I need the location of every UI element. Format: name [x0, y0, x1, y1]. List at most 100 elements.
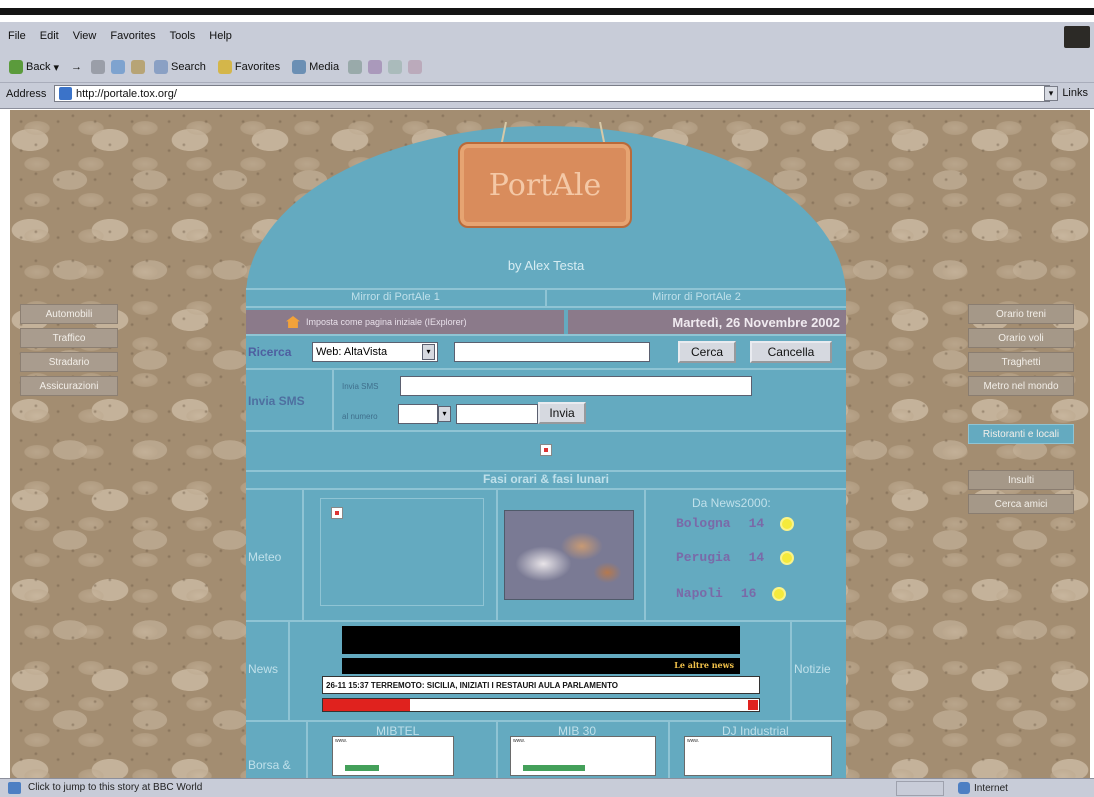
city-name: Perugia [676, 550, 731, 565]
history-icon[interactable] [348, 60, 363, 74]
search-label: Ricerca [248, 345, 292, 359]
zone-label: Internet [974, 782, 1008, 794]
stop-icon[interactable] [91, 60, 105, 74]
menu-edit[interactable]: Edit [38, 30, 61, 48]
sms-prefix-dropdown-icon[interactable]: ▾ [438, 406, 451, 422]
notizie-label: Notizie [794, 662, 831, 676]
news-scroll-icon[interactable] [748, 700, 758, 710]
edit-icon[interactable] [408, 60, 423, 74]
home-date-row: Imposta come pagina iniziale (IExplorer)… [246, 306, 846, 334]
news-row: News Le altre news 26-11 15:37 TERREMOTO… [246, 620, 846, 720]
borsa-row: Borsa & MIBTEL www. MIB 30 www. DJ Indus… [246, 720, 846, 778]
nav-metro[interactable]: Metro nel mondo [968, 376, 1074, 396]
search-input[interactable] [454, 342, 650, 362]
menu-help[interactable]: Help [207, 30, 234, 48]
fasi-title[interactable]: Fasi orari & fasi lunari [246, 470, 846, 488]
links-label[interactable]: Links [1062, 87, 1088, 99]
back-arrow-icon [9, 60, 23, 74]
nav-traghetti[interactable]: Traghetti [968, 352, 1074, 372]
search-icon [154, 60, 168, 74]
market-chart[interactable]: www. [684, 736, 832, 776]
main-panel: Mirror di PortAle 1 Mirror di PortAle 2 … [246, 288, 846, 778]
browser-chrome: File Edit View Favorites Tools Help Back… [0, 22, 1094, 109]
nav-orario-voli[interactable]: Orario voli [968, 328, 1074, 348]
home-icon [286, 316, 300, 328]
url-text: http://portale.tox.org/ [76, 87, 177, 100]
homepage-bar[interactable]: Imposta come pagina iniziale (IExplorer) [246, 310, 564, 334]
mail-icon[interactable] [368, 60, 383, 74]
news-progress-fill [323, 699, 411, 711]
search-button[interactable]: Cerca [678, 341, 736, 363]
favorites-icon [217, 60, 232, 74]
city-row: Napoli 16 [676, 586, 785, 601]
home-icon[interactable] [131, 60, 145, 74]
page-icon [8, 782, 21, 794]
altre-news-bar: Le altre news [342, 658, 740, 674]
address-dropdown-button[interactable]: ▾ [1044, 86, 1058, 101]
sun-icon [782, 518, 793, 529]
nav-stradario[interactable]: Stradario [20, 352, 118, 372]
status-bar: Click to jump to this story at BBC World… [0, 778, 1094, 797]
market-chart[interactable]: www. [332, 736, 454, 776]
favorites-button[interactable]: Favorites [215, 60, 283, 74]
satellite-image[interactable] [504, 510, 634, 600]
nav-insulti[interactable]: Insulti [968, 470, 1074, 490]
top-black-bar [0, 0, 1094, 22]
city-row: Bologna 14 [676, 516, 793, 531]
print-icon[interactable] [388, 60, 403, 74]
date-bar: Martedì, 26 Novembre 2002 [568, 310, 846, 334]
nav-orario-treni[interactable]: Orario treni [968, 304, 1074, 324]
city-row: Perugia 14 [676, 550, 793, 565]
mirror-row: Mirror di PortAle 1 Mirror di PortAle 2 [246, 288, 846, 306]
menu-favorites[interactable]: Favorites [108, 30, 157, 48]
altre-news-link[interactable]: Le altre news [674, 660, 734, 670]
city-name: Bologna [676, 516, 731, 531]
forward-button[interactable]: → [68, 61, 85, 73]
current-date: Martedì, 26 Novembre 2002 [672, 315, 840, 330]
nav-ristoranti[interactable]: Ristoranti e locali [968, 424, 1074, 444]
windows-logo-icon [1064, 26, 1090, 48]
refresh-icon[interactable] [111, 60, 125, 74]
nav-cerca-amici[interactable]: Cerca amici [968, 494, 1074, 514]
broken-image-icon [540, 444, 552, 456]
sms-label: Invia SMS [248, 394, 305, 408]
menu-tools[interactable]: Tools [168, 30, 198, 48]
mirror-2-link[interactable]: Mirror di PortAle 2 [545, 290, 846, 306]
byline: by Alex Testa [507, 258, 585, 273]
news-progress [322, 698, 760, 712]
back-button[interactable]: Back ▾ [6, 60, 62, 74]
search-button[interactable]: Search [151, 60, 209, 74]
sun-icon [782, 552, 793, 563]
city-name: Napoli [676, 586, 723, 601]
nav-automobili[interactable]: Automobili [20, 304, 118, 324]
sms-number-label: al numero [342, 412, 378, 421]
meteo-row: Meteo Da News2000: Bologna 14 Perugia 14 N… [246, 488, 846, 620]
search-engine-select[interactable]: Web: AltaVista [312, 342, 438, 362]
city-temp: 14 [748, 516, 765, 531]
nav-assicurazioni[interactable]: Assicurazioni [20, 376, 118, 396]
market-chart[interactable]: www. [510, 736, 656, 776]
cancel-button[interactable]: Cancella [750, 341, 832, 363]
nav-traffico[interactable]: Traffico [20, 328, 118, 348]
city-temp: 16 [740, 586, 757, 601]
meteo-image-box [320, 498, 484, 606]
search-engine-dropdown-icon[interactable]: ▾ [422, 344, 435, 360]
borsa-label: Borsa & [248, 758, 291, 772]
news2000-label: Da News2000: [692, 496, 771, 510]
sun-icon [774, 588, 785, 599]
sms-send-button[interactable]: Invia [538, 402, 586, 424]
menu-view[interactable]: View [71, 30, 99, 48]
portale-logo-sign: PortAle [458, 142, 632, 228]
address-input[interactable]: http://portale.tox.org/ [54, 85, 1050, 102]
mirror-1-link[interactable]: Mirror di PortAle 1 [246, 290, 545, 306]
media-button[interactable]: Media [289, 60, 342, 74]
meteo-label: Meteo [248, 550, 282, 564]
homepage-link[interactable]: Imposta come pagina iniziale (IExplorer) [306, 317, 467, 327]
sms-text-input[interactable] [400, 376, 752, 396]
news-ticker[interactable]: 26-11 15:37 TERREMOTO: SICILIA, INIZIATI… [322, 676, 760, 694]
menu-file[interactable]: File [6, 30, 28, 48]
sms-prefix-select[interactable] [398, 404, 438, 424]
broken-image-icon [331, 507, 343, 519]
sms-number-input[interactable] [456, 404, 538, 424]
news-banner[interactable] [342, 626, 740, 654]
